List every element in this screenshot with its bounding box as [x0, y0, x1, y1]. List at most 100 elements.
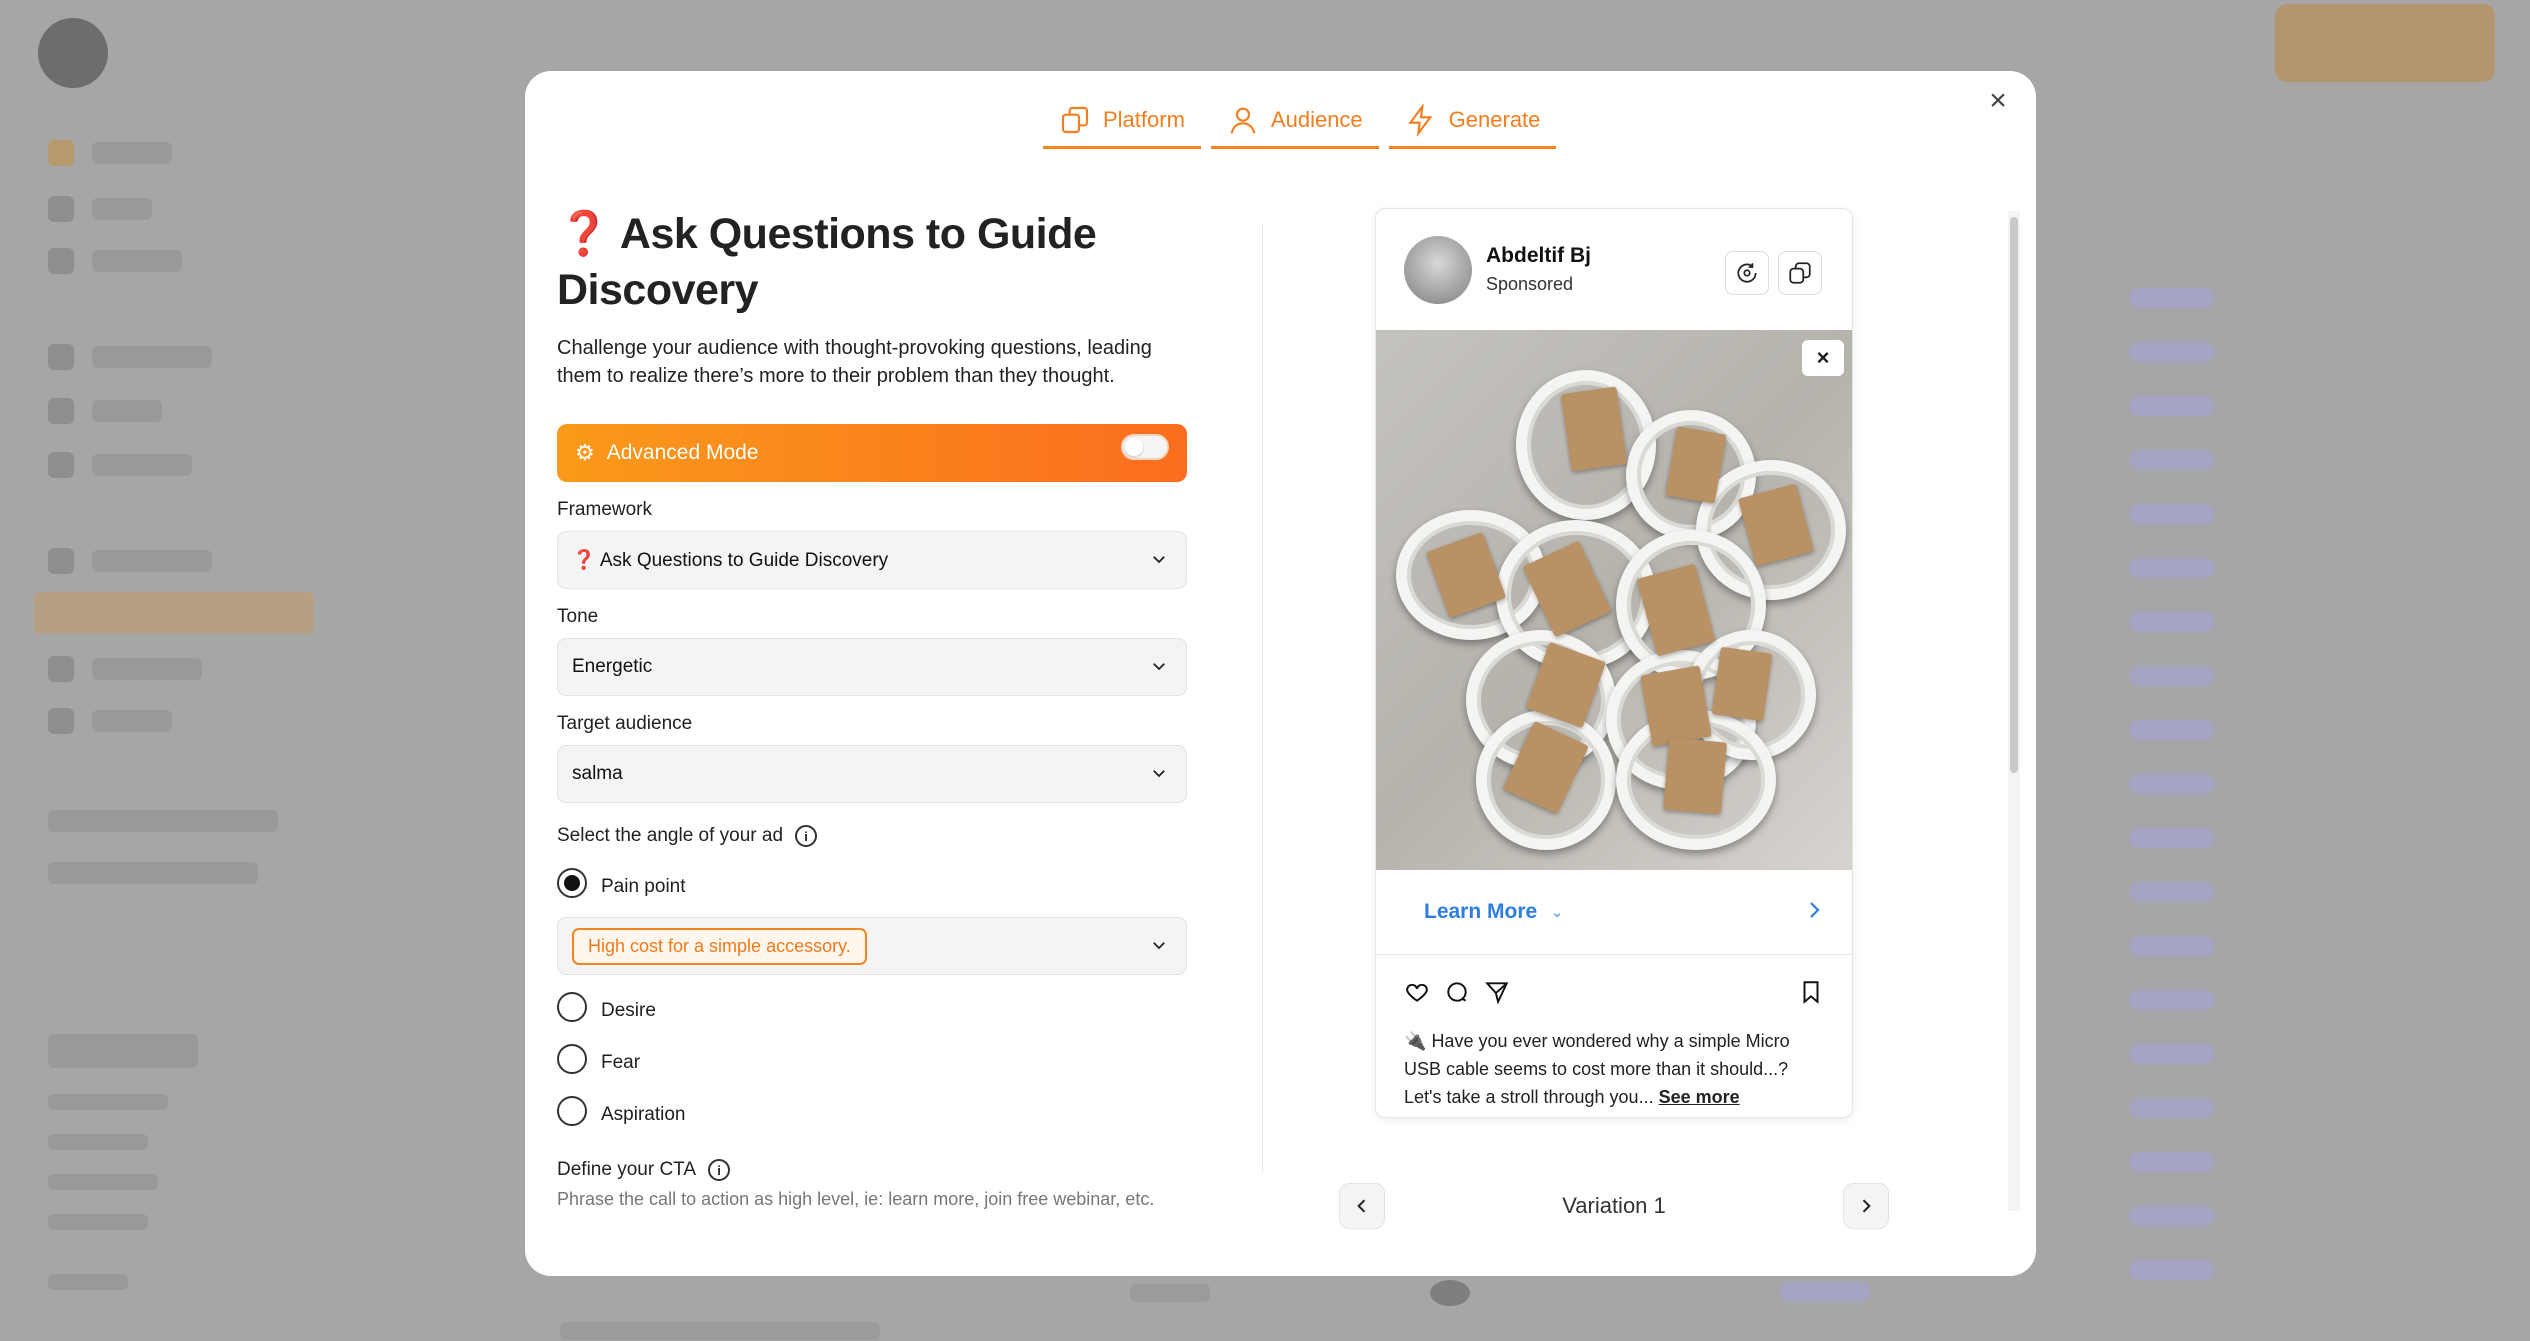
post-actions — [1404, 975, 1824, 1009]
bg-pill — [2130, 1098, 2214, 1118]
bg-line — [48, 1214, 148, 1230]
bg-icon — [48, 248, 74, 274]
variation-label: Variation 1 — [1562, 1193, 1666, 1218]
tone-value: Energetic — [572, 656, 653, 677]
tab-generate-label: Generate — [1448, 106, 1541, 132]
bg-icon — [48, 708, 74, 734]
bg-icon — [48, 196, 74, 222]
bg-pill — [1780, 1282, 1870, 1302]
framework-value: ❓ Ask Questions to Guide Discovery — [572, 550, 889, 571]
angle-radio-fear[interactable]: Fear — [557, 1033, 1187, 1085]
tone-label: Tone — [557, 606, 1187, 628]
bg-icon — [48, 344, 74, 370]
regenerate-button[interactable] — [1725, 251, 1769, 295]
angle-radio-pain-point[interactable]: Pain point — [557, 857, 1187, 909]
radio-selected[interactable] — [557, 868, 587, 898]
bg-pill — [2130, 450, 2214, 470]
bg-line — [92, 400, 162, 422]
close-icon[interactable]: × — [1980, 83, 2016, 119]
user-icon — [1230, 107, 1256, 134]
advanced-mode-label: Advanced Mode — [606, 441, 759, 464]
bg-row — [1130, 1284, 1210, 1302]
bg-header-button — [2275, 4, 2495, 82]
info-icon[interactable]: i — [795, 825, 818, 847]
bg-pill — [2130, 396, 2214, 416]
chevron-right-icon — [1862, 1199, 1871, 1213]
next-variation-button[interactable] — [1843, 1183, 1889, 1229]
platform-icon — [1061, 106, 1089, 133]
send-icon[interactable] — [1484, 979, 1510, 1005]
tab-platform[interactable]: Platform — [1043, 93, 1201, 149]
advanced-mode-toggle[interactable] — [1121, 434, 1169, 460]
framework-label: Framework — [557, 499, 1187, 521]
heart-icon[interactable] — [1404, 979, 1430, 1005]
pain-point-select[interactable]: High cost for a simple accessory. — [557, 917, 1187, 975]
ad-generator-modal: × Platform Audience Generate ❓ Ask Quest… — [525, 71, 2036, 1276]
tone-select[interactable]: Energetic — [557, 638, 1187, 696]
angle-radio-aspiration[interactable]: Aspiration — [557, 1085, 1187, 1137]
advanced-mode-bar[interactable]: ⚙ Advanced Mode — [557, 424, 1187, 482]
bg-line — [48, 1034, 198, 1068]
author-name: Abdeltif Bj — [1486, 244, 1591, 267]
bg-pill — [2130, 1260, 2214, 1280]
variation-nav: Variation 1 — [1339, 1183, 1889, 1229]
bg-line — [48, 1094, 168, 1110]
bg-line — [48, 862, 258, 884]
comment-icon[interactable] — [1444, 979, 1470, 1005]
radio-button[interactable] — [557, 1044, 587, 1074]
bg-line — [92, 454, 192, 476]
radio-button[interactable] — [557, 1096, 587, 1126]
see-more-link[interactable]: See more — [1659, 1087, 1740, 1107]
bg-line — [92, 198, 152, 220]
bg-line — [92, 550, 212, 572]
bg-pill — [2130, 558, 2214, 578]
cta-text: Learn More — [1424, 900, 1538, 923]
title-emoji: ❓ — [557, 210, 611, 258]
bg-pill — [2130, 828, 2214, 848]
audience-select[interactable]: salma — [557, 745, 1187, 803]
chevron-right-icon — [1810, 902, 1820, 918]
bg-pill — [2130, 882, 2214, 902]
tab-audience[interactable]: Audience — [1210, 93, 1379, 149]
bg-line — [48, 1134, 148, 1150]
copy-icon — [1789, 262, 1811, 284]
wizard-tabs: Platform Audience Generate — [1043, 93, 1557, 149]
angle-radio-desire[interactable]: Desire — [557, 981, 1187, 1033]
bg-line — [48, 1274, 128, 1290]
form-panel: ❓ Ask Questions to Guide Discovery Chall… — [557, 206, 1187, 1210]
copy-button[interactable] — [1778, 251, 1822, 295]
bg-line — [92, 346, 212, 368]
tab-generate[interactable]: Generate — [1388, 93, 1557, 149]
bg-icon — [48, 656, 74, 682]
bg-icon — [48, 398, 74, 424]
scrollbar-thumb[interactable] — [2010, 217, 2018, 773]
angle-label: Select the angle of your ad i — [557, 825, 1187, 847]
post-header: Abdeltif Bj Sponsored — [1376, 209, 1852, 330]
chevron-down-icon[interactable]: ⌄ — [1551, 904, 1563, 921]
bg-line — [92, 142, 172, 164]
bg-line — [92, 250, 182, 272]
audience-label: Target audience — [557, 713, 1187, 735]
bookmark-icon[interactable] — [1798, 979, 1824, 1005]
bg-icon — [48, 548, 74, 574]
post-caption: 🔌 Have you ever wondered why a simple Mi… — [1404, 1027, 1828, 1111]
bg-icon — [48, 452, 74, 478]
info-icon[interactable]: i — [708, 1159, 731, 1181]
audience-label-text: Target audience — [557, 713, 693, 734]
title-text: Ask Questions to Guide Discovery — [557, 210, 1097, 314]
tab-platform-label: Platform — [1103, 106, 1185, 132]
bolt-icon — [1407, 103, 1433, 136]
cta-label: Define your CTA i — [557, 1159, 1187, 1181]
cta-hint: Phrase the call to action as high level,… — [557, 1189, 1155, 1209]
bg-icon — [48, 140, 74, 166]
angle-label-text: Select the angle of your ad — [557, 825, 784, 846]
close-icon[interactable]: × — [1802, 340, 1844, 376]
framework-label-text: Framework — [557, 499, 653, 520]
learn-more-bar[interactable]: Learn More ⌄ — [1376, 870, 1852, 955]
gear-icon: ⚙ — [575, 440, 595, 465]
framework-select[interactable]: ❓ Ask Questions to Guide Discovery — [557, 531, 1187, 589]
radio-button[interactable] — [557, 992, 587, 1022]
cta-label-text: Define your CTA — [557, 1159, 697, 1180]
bg-line — [48, 1174, 158, 1190]
bg-pill — [2130, 666, 2214, 686]
